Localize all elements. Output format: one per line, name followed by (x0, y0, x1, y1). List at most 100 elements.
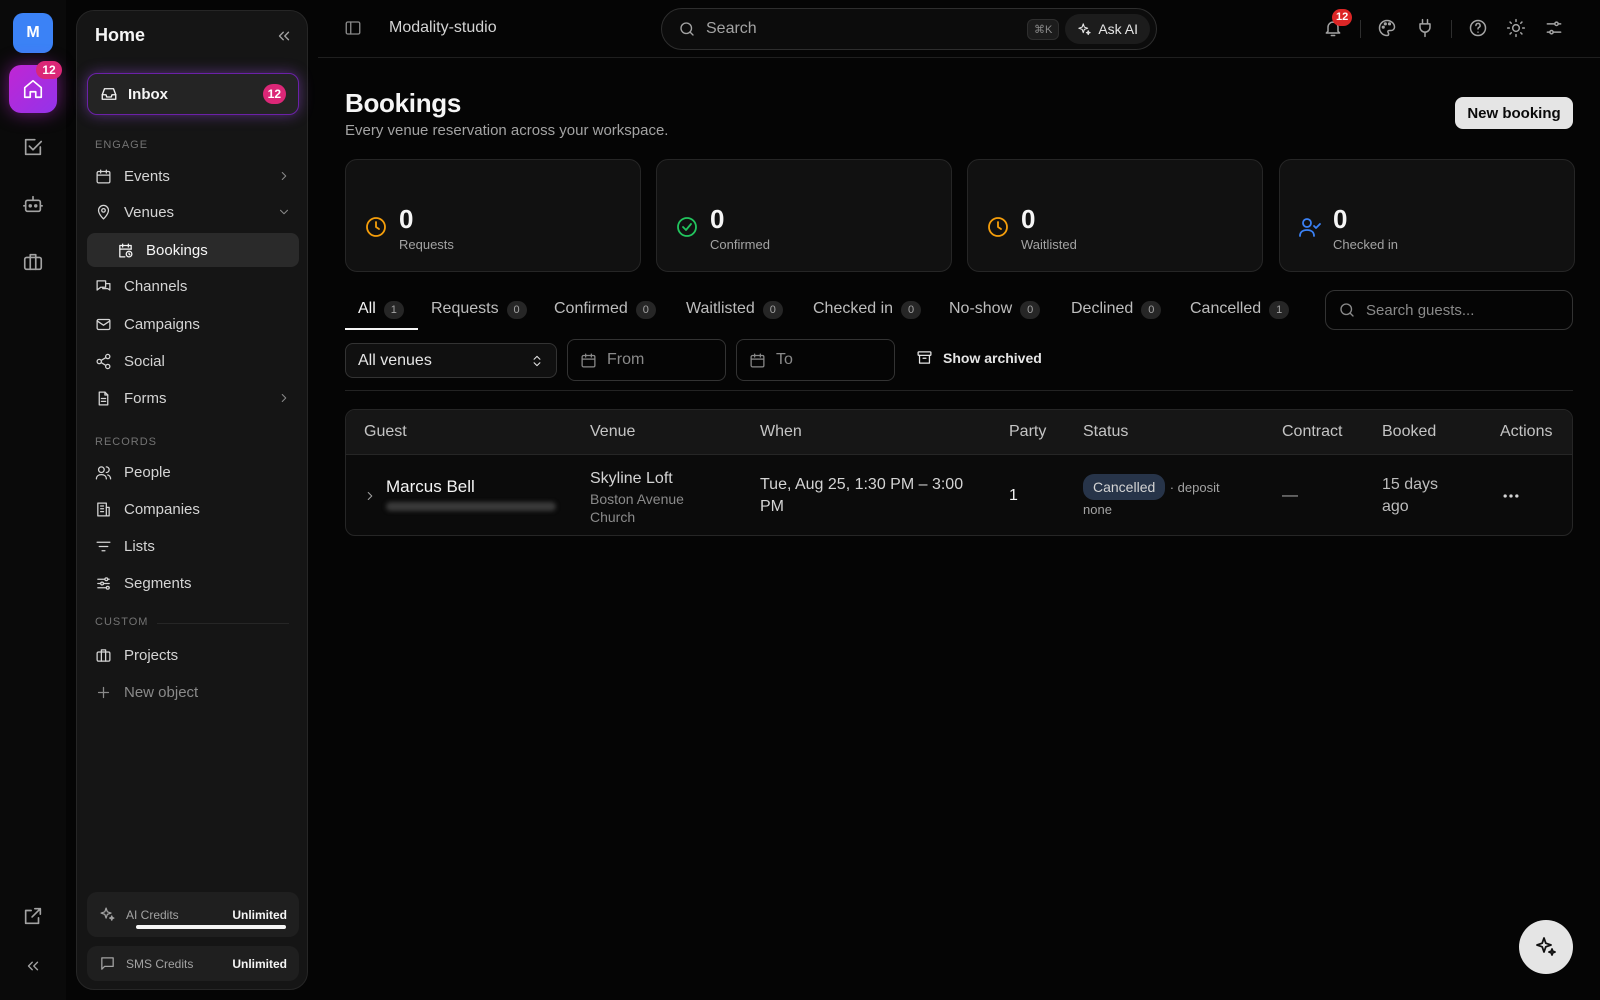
sidebar-title: Home (95, 25, 146, 45)
chevrons-left-icon (278, 31, 290, 41)
inbox-icon (101, 88, 117, 100)
sidebar-item-companies[interactable]: Companies (87, 492, 299, 526)
settings-button[interactable] (1544, 18, 1564, 38)
archive-icon (917, 351, 932, 364)
collapse-sidebar-button[interactable] (275, 27, 293, 45)
column-header-status[interactable]: Status (1083, 423, 1128, 441)
column-header-when[interactable]: When (760, 423, 802, 441)
workspace-avatar[interactable]: M (13, 13, 53, 53)
column-header-venue[interactable]: Venue (590, 423, 635, 441)
theme-palette-button[interactable] (1377, 18, 1397, 38)
show-archived-toggle[interactable]: Show archived (916, 349, 1042, 366)
sidebar-item-bookings[interactable]: Bookings (87, 233, 299, 267)
column-header-contract[interactable]: Contract (1282, 423, 1342, 441)
guest-search-input[interactable]: Search guests... (1325, 290, 1573, 330)
tab-label: Waitlisted (686, 300, 755, 317)
sidebar-item-label: Inbox (128, 85, 168, 103)
sidebar-item-segments[interactable]: Segments (87, 566, 299, 600)
palette-icon (1378, 19, 1396, 37)
plug-icon (1419, 18, 1431, 38)
venue-detail: Church (590, 509, 636, 525)
theme-toggle-button[interactable] (1506, 18, 1526, 38)
projects-rail-button[interactable] (17, 246, 49, 278)
ai-credits-fill (136, 925, 286, 929)
to-date-picker[interactable]: To (736, 339, 895, 381)
guest-name[interactable]: Marcus Bell (386, 476, 475, 498)
sidebar-item-new-object[interactable]: New object (87, 675, 299, 709)
share-icon (96, 353, 111, 369)
tab-requests[interactable]: Requests 0 (431, 296, 527, 332)
sliders-icon (97, 576, 110, 590)
column-header-party[interactable]: Party (1009, 423, 1046, 441)
automation-rail-button[interactable] (17, 188, 49, 220)
contract-value: — (1282, 487, 1298, 504)
row-actions-button[interactable] (1501, 490, 1521, 502)
tasks-rail-button[interactable] (17, 131, 49, 163)
sidebar-item-inbox[interactable]: Inbox 12 (87, 73, 299, 115)
user-check-icon (1299, 218, 1321, 237)
document-icon (98, 390, 109, 406)
sidebar-item-forms[interactable]: Forms (87, 381, 299, 415)
column-header-booked[interactable]: Booked (1382, 423, 1436, 441)
tab-declined[interactable]: Declined 0 (1071, 296, 1162, 332)
search-icon (1340, 303, 1354, 317)
from-date-picker[interactable]: From (567, 339, 726, 381)
sidebar-item-lists[interactable]: Lists (87, 529, 299, 563)
booking-time: Tue, Aug 25, 1:30 PM – 3:00 (760, 476, 964, 493)
tab-count: 1 (383, 301, 404, 319)
toggle-panel-button[interactable] (344, 19, 362, 37)
venue-select[interactable]: All venues (345, 343, 557, 378)
integrations-button[interactable] (1415, 18, 1435, 38)
from-placeholder: From (607, 351, 645, 368)
tab-count: 0 (762, 301, 783, 319)
ask-ai-label: Ask AI (1098, 21, 1138, 37)
top-bar: Modality-studio Search ⌘K Ask AI 12 (318, 0, 1600, 58)
ai-assistant-button[interactable] (1519, 920, 1573, 974)
open-external-rail-button[interactable] (17, 900, 49, 932)
tab-waitlisted[interactable]: Waitlisted 0 (686, 296, 783, 332)
new-booking-button[interactable]: New booking (1455, 97, 1573, 129)
clock-icon (988, 217, 1008, 237)
sidebar-item-label: Projects (124, 646, 179, 664)
tab-confirmed[interactable]: Confirmed 0 (554, 296, 656, 332)
global-search[interactable]: Search ⌘K Ask AI (661, 8, 1157, 50)
ask-ai-button[interactable]: Ask AI (1065, 14, 1150, 44)
sidebar-item-campaigns[interactable]: Campaigns (87, 307, 299, 341)
section-divider (157, 623, 289, 624)
tab-no-show[interactable]: No-show 0 (949, 296, 1041, 332)
sidebar-item-label: Segments (124, 574, 192, 592)
filters-divider (345, 390, 1573, 391)
list-filter-icon (96, 541, 111, 551)
map-pin-icon (97, 204, 110, 220)
tab-cancelled[interactable]: Cancelled 1 (1190, 296, 1290, 332)
users-icon (95, 465, 112, 480)
check-circle-icon (677, 217, 697, 237)
expand-row-button[interactable] (363, 489, 377, 503)
chevron-down-icon (279, 209, 289, 215)
notifications-badge: 12 (1332, 9, 1353, 26)
toolbar-divider (1451, 20, 1452, 38)
sidebar-item-projects[interactable]: Projects (87, 638, 299, 672)
calendar-icon (581, 352, 596, 368)
table-row[interactable]: Marcus Bell Skyline Loft Boston Avenue C… (346, 456, 1572, 535)
venue-select-value: All venues (358, 351, 432, 369)
sidebar-item-people[interactable]: People (87, 455, 299, 489)
to-placeholder: To (776, 351, 793, 368)
ai-credits-bar (136, 925, 286, 929)
sidebar-item-events[interactable]: Events (87, 159, 299, 193)
workspace-name[interactable]: Modality-studio (389, 19, 497, 37)
mail-icon (96, 318, 111, 330)
tab-all[interactable]: All 1 (358, 296, 404, 332)
tab-label: Requests (431, 300, 499, 317)
sidebar-item-channels[interactable]: Channels (87, 269, 299, 303)
stat-card-confirmed: 0 Confirmed (656, 159, 952, 272)
column-header-guest[interactable]: Guest (364, 423, 407, 441)
tab-checked-in[interactable]: Checked in 0 (813, 296, 922, 332)
home-badge: 12 (36, 61, 62, 79)
tab-count: 0 (506, 301, 527, 319)
sparkles-icon (1078, 22, 1091, 35)
help-button[interactable] (1468, 18, 1488, 38)
sidebar-item-social[interactable]: Social (87, 344, 299, 378)
sidebar-item-venues[interactable]: Venues (87, 195, 299, 229)
expand-rail-button[interactable] (17, 950, 49, 982)
